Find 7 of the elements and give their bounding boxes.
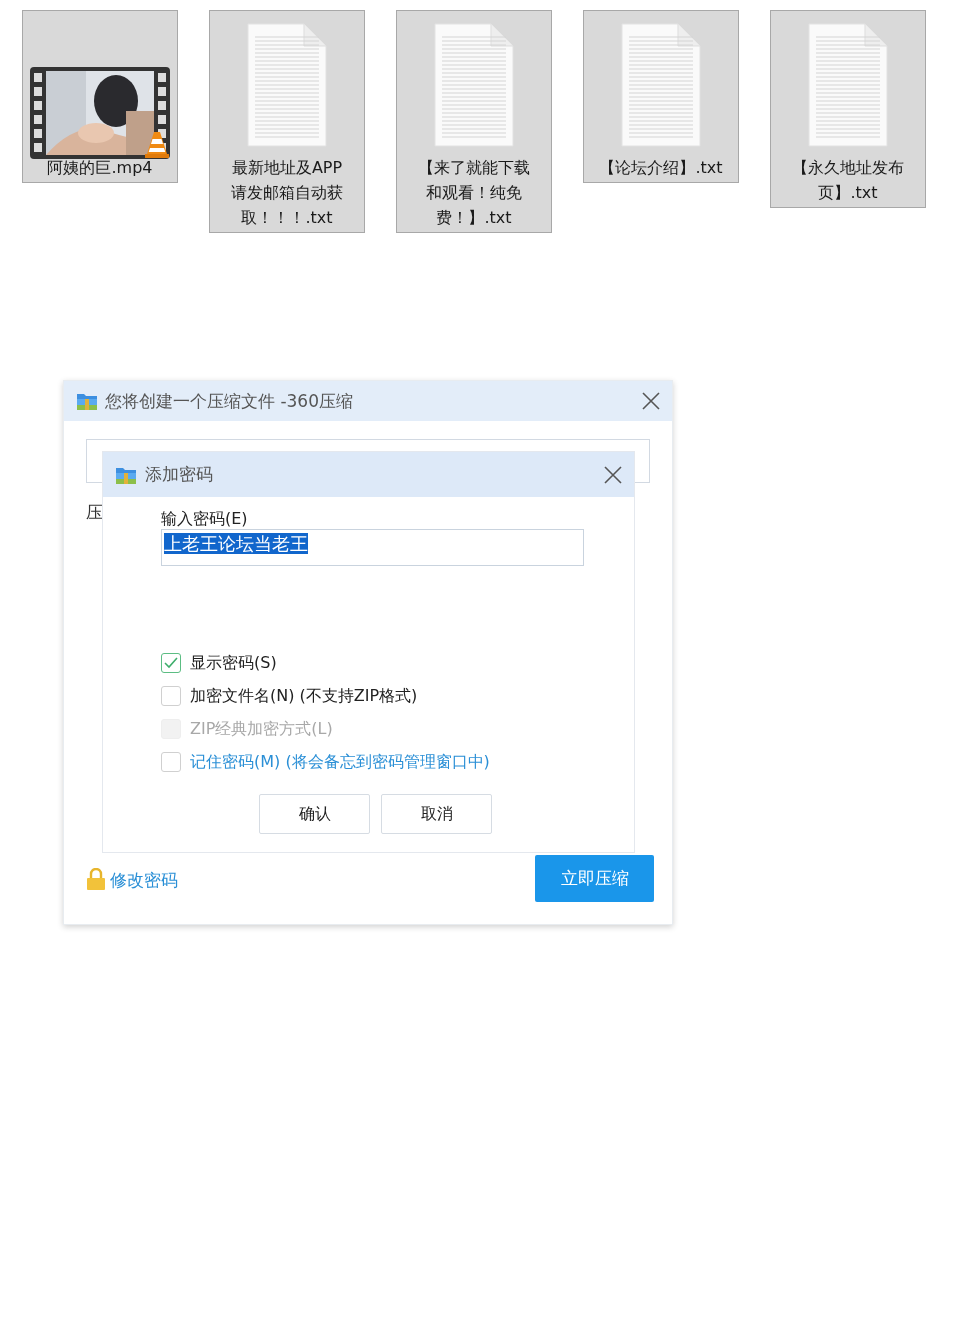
field-label: 压 — [86, 501, 103, 524]
option-label: ZIP经典加密方式(L) — [190, 718, 333, 740]
dialog-title: 您将创建一个压缩文件 -360压缩 — [105, 389, 353, 413]
option-label: 加密文件名(N) (不支持ZIP格式) — [190, 685, 418, 707]
field-label: 输入密码(E) — [161, 509, 249, 529]
option-label: 显示密码(S) — [190, 652, 277, 674]
dialog-title: 添加密码 — [145, 463, 213, 486]
